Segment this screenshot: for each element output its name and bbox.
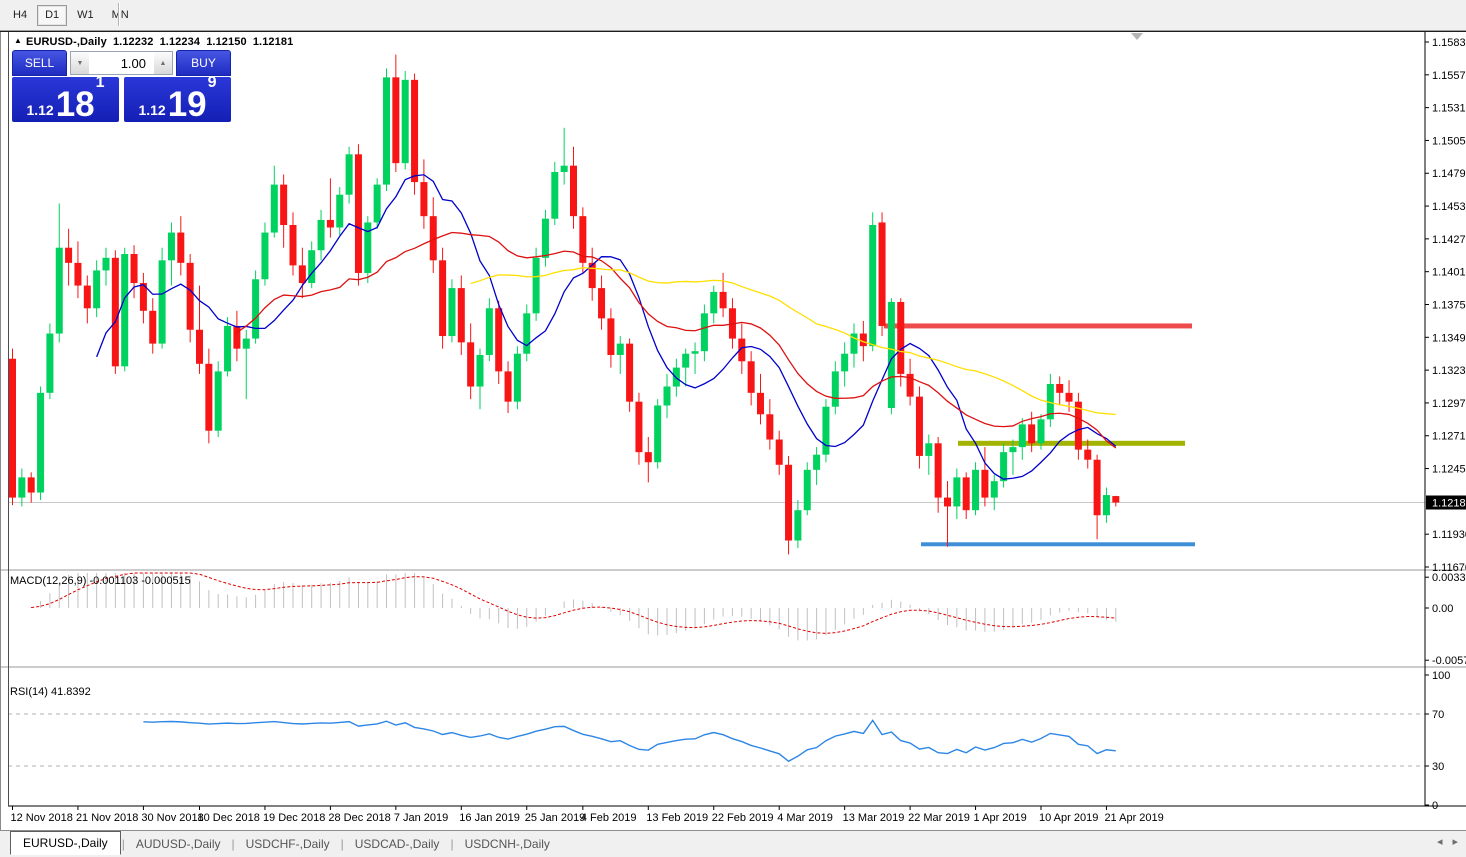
price-tick-label: 1.14790 (1432, 168, 1466, 180)
date-tick-label: 30 Nov 2018 (141, 812, 203, 824)
macd-tick-label: 0.003386 (1432, 572, 1466, 584)
rsi-line (143, 720, 1115, 761)
date-tick-label: 13 Mar 2019 (843, 812, 905, 824)
date-tick-label: 25 Jan 2019 (525, 812, 586, 824)
chart-title: ▲ EURUSD-,Daily 1.12232 1.12234 1.12150 1… (14, 36, 296, 48)
chart-window-inner-border (8, 32, 9, 806)
rsi-tick-label: 0 (1432, 800, 1438, 812)
sell-price-box[interactable]: 1.12 18 1 (12, 77, 119, 122)
symbol-tab-usdcnh[interactable]: USDCNH-,Daily (455, 833, 560, 855)
price-tick-label: 1.12450 (1432, 464, 1466, 476)
chart-window-left-border (0, 32, 1, 857)
tab-divider: | (122, 837, 125, 851)
sell-price-pip: 1 (96, 75, 105, 91)
date-tick-label: 7 Jan 2019 (394, 812, 448, 824)
chart-canvas[interactable]: 1.15830 1.15570 1.15310 1.15050 1.14790 1.145… (0, 0, 1466, 857)
date-tick-label: 10 Apr 2019 (1039, 812, 1098, 824)
price-tick-label: 1.13230 (1432, 365, 1466, 377)
price-tick-label: 1.13750 (1432, 299, 1466, 311)
date-tick-label: 4 Feb 2019 (581, 812, 637, 824)
collapse-panel-icon[interactable]: ▲ (14, 36, 22, 45)
period-tab-w1[interactable]: W1 (69, 5, 102, 26)
price-tick-label: 1.12710 (1432, 431, 1466, 443)
macd-pane (31, 573, 1116, 641)
macd-pane-label: MACD(12,26,9) -0.001103 -0.000515 (10, 575, 191, 587)
tab-scroll-left-icon[interactable]: ◂ (1437, 837, 1443, 848)
price-tick-label: 1.11930 (1432, 529, 1466, 541)
date-tick-label: 1 Apr 2019 (974, 812, 1027, 824)
price-tick-label: 1.13490 (1432, 332, 1466, 344)
date-tick-label: 13 Feb 2019 (646, 812, 708, 824)
date-tick-label: 22 Mar 2019 (908, 812, 970, 824)
one-click-trading-panel: SELL ▼ 1.00 ▲ BUY 1.12 18 1 1.12 19 9 (12, 50, 231, 122)
period-tab-h4[interactable]: H4 (5, 5, 35, 26)
tab-scroll-right-icon[interactable]: ▸ (1452, 837, 1458, 848)
period-toolbar: H4D1W1MN (0, 0, 1466, 31)
hline-pivot-olive[interactable] (958, 441, 1185, 446)
symbol-tab-audusd[interactable]: AUDUSD-,Daily (126, 833, 231, 855)
ma-slow-line (471, 268, 1116, 415)
ohlc-close: 1.12181 (253, 36, 293, 48)
rsi-pane-label: RSI(14) 41.8392 (10, 686, 91, 698)
hline-support-blue[interactable] (921, 542, 1195, 546)
tab-divider: | (232, 837, 235, 851)
price-tick-label: 1.15050 (1432, 135, 1466, 147)
current-price-tag-text: 1.12181 (1432, 498, 1466, 510)
date-tick-label: 19 Dec 2018 (263, 812, 325, 824)
price-tick-label: 1.14010 (1432, 267, 1466, 279)
rsi-pane (8, 714, 1425, 766)
price-tick-label: 1.15310 (1432, 103, 1466, 115)
sell-price-big: 18 (56, 91, 95, 118)
price-tick-label: 1.14530 (1432, 201, 1466, 213)
volume-increase-icon[interactable]: ▲ (154, 51, 173, 75)
buy-price-pip: 9 (208, 75, 217, 91)
date-tick-label: 21 Nov 2018 (76, 812, 138, 824)
volume-input[interactable]: 1.00 (89, 51, 154, 75)
date-tick-label: 16 Jan 2019 (459, 812, 520, 824)
toolbar-separator (118, 3, 120, 26)
buy-price-big: 19 (168, 91, 207, 118)
tab-scroll-controls: ◂ ▸ (1437, 837, 1458, 848)
macd-tick-label: 0.00 (1432, 603, 1453, 615)
rsi-tick-label: 70 (1432, 709, 1444, 721)
rsi-tick-label: 30 (1432, 761, 1444, 773)
ohlc-open: 1.12232 (113, 36, 153, 48)
volume-spinner: ▼ 1.00 ▲ (70, 51, 173, 75)
buy-price-prefix: 1.12 (138, 103, 165, 118)
rsi-tick-label: 100 (1432, 670, 1450, 682)
sell-price-prefix: 1.12 (26, 103, 53, 118)
date-tick-label: 21 Apr 2019 (1104, 812, 1163, 824)
macd-tick-label: -0.00574 (1432, 655, 1466, 667)
date-tick-label: 22 Feb 2019 (712, 812, 774, 824)
symbol-tab-eurusd[interactable]: EURUSD-,Daily (10, 831, 121, 855)
symbol-tabbar: EURUSD-,Daily|AUDUSD-,Daily|USDCHF-,Dail… (0, 830, 1466, 857)
date-tick-label: 12 Nov 2018 (11, 812, 73, 824)
buy-price-box[interactable]: 1.12 19 9 (124, 77, 231, 122)
price-tick-label: 1.12970 (1432, 398, 1466, 410)
candles-layer (9, 55, 1119, 555)
date-tick-label: 4 Mar 2019 (777, 812, 833, 824)
volume-decrease-icon[interactable]: ▼ (70, 51, 89, 75)
period-tab-d1[interactable]: D1 (37, 5, 67, 26)
symbol-tab-usdcad[interactable]: USDCAD-,Daily (345, 833, 450, 855)
tab-divider: | (341, 837, 344, 851)
chart-symbol-label: EURUSD-,Daily (26, 36, 107, 48)
price-tick-label: 1.15570 (1432, 70, 1466, 82)
price-tick-label: 1.14270 (1432, 234, 1466, 246)
hline-resistance-red[interactable] (884, 323, 1192, 328)
date-tick-label: 28 Dec 2018 (328, 812, 390, 824)
ohlc-low: 1.12150 (206, 36, 246, 48)
buy-button[interactable]: BUY (176, 50, 231, 76)
period-tab-mn[interactable]: MN (104, 5, 137, 26)
price-tick-label: 1.15830 (1432, 37, 1466, 49)
chart-shift-marker-icon[interactable] (1131, 33, 1143, 40)
symbol-tab-usdchf[interactable]: USDCHF-,Daily (236, 833, 340, 855)
tab-divider: | (450, 837, 453, 851)
ohlc-high: 1.12234 (160, 36, 200, 48)
symbol-tabs: EURUSD-,Daily|AUDUSD-,Daily|USDCHF-,Dail… (10, 833, 560, 855)
drawn-hlines (8, 323, 1425, 546)
date-tick-label: 10 Dec 2018 (198, 812, 260, 824)
sell-button[interactable]: SELL (12, 50, 67, 76)
